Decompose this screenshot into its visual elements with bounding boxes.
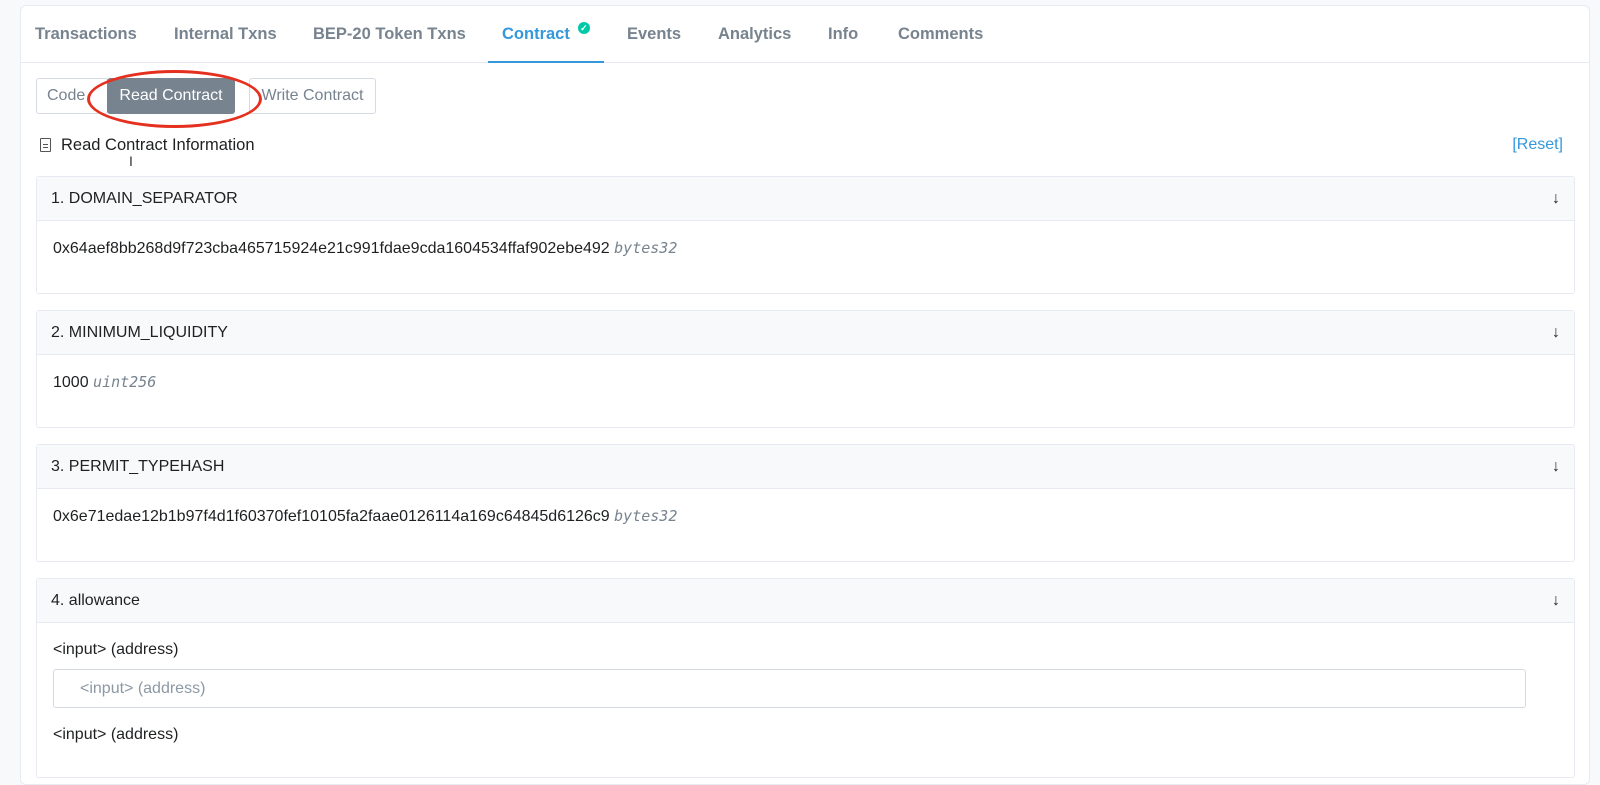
text-cursor-icon: I <box>129 153 133 169</box>
result-value: 1000 <box>53 374 89 391</box>
result-type: bytes32 <box>614 507 678 525</box>
input-label: <input> (address) <box>53 641 179 658</box>
function-panel-allowance: 4. allowance ↓ <input> (address) <input>… <box>36 578 1575 778</box>
document-icon <box>40 138 51 152</box>
function-header[interactable]: 1. DOMAIN_SEPARATOR ↓ <box>37 177 1574 221</box>
reset-link[interactable]: [Reset] <box>1512 136 1563 154</box>
tab-analytics[interactable]: Analytics <box>718 6 791 63</box>
function-header[interactable]: 2. MINIMUM_LIQUIDITY ↓ <box>37 311 1574 355</box>
function-inputs: <input> (address) <input> (address) <box>37 623 1574 772</box>
function-result: 0x64aef8bb268d9f723cba465715924e21c991fd… <box>37 221 1574 276</box>
arrow-down-icon[interactable]: ↓ <box>1552 311 1560 354</box>
arrow-down-icon[interactable]: ↓ <box>1552 445 1560 488</box>
tab-bar: Transactions Internal Txns BEP-20 Token … <box>21 6 1589 63</box>
tab-contract[interactable]: Contract ✓ <box>488 6 604 63</box>
read-contract-button[interactable]: Read Contract <box>107 78 235 114</box>
tab-transactions[interactable]: Transactions <box>35 6 137 63</box>
function-title: 3. PERMIT_TYPEHASH <box>51 458 225 475</box>
input-label: <input> (address) <box>53 726 179 743</box>
arrow-down-icon[interactable]: ↓ <box>1552 579 1560 622</box>
result-type: bytes32 <box>614 239 678 257</box>
function-title: 4. allowance <box>51 592 140 609</box>
function-result: 0x6e71edae12b1b97f4d1f60370fef10105fa2fa… <box>37 489 1574 544</box>
function-header[interactable]: 4. allowance ↓ <box>37 579 1574 623</box>
function-header[interactable]: 3. PERMIT_TYPEHASH ↓ <box>37 445 1574 489</box>
result-value: 0x6e71edae12b1b97f4d1f60370fef10105fa2fa… <box>53 508 610 525</box>
function-panel-permit-typehash: 3. PERMIT_TYPEHASH ↓ 0x6e71edae12b1b97f4… <box>36 444 1575 562</box>
result-type: uint256 <box>93 373 157 391</box>
tab-bep20-token-txns[interactable]: BEP-20 Token Txns <box>313 6 466 63</box>
tab-comments[interactable]: Comments <box>898 6 983 63</box>
result-value: 0x64aef8bb268d9f723cba465715924e21c991fd… <box>53 240 610 257</box>
function-result: 1000 uint256 <box>37 355 1574 410</box>
read-contract-title: Read Contract Information <box>61 136 255 154</box>
tab-internal-txns[interactable]: Internal Txns <box>174 6 277 63</box>
tab-events[interactable]: Events <box>627 6 681 63</box>
function-title: 2. MINIMUM_LIQUIDITY <box>51 324 228 341</box>
code-button[interactable]: Code <box>36 78 108 114</box>
arrow-down-icon[interactable]: ↓ <box>1552 177 1560 220</box>
function-panel-domain-separator: 1. DOMAIN_SEPARATOR ↓ 0x64aef8bb268d9f72… <box>36 176 1575 294</box>
function-panel-minimum-liquidity: 2. MINIMUM_LIQUIDITY ↓ 1000 uint256 <box>36 310 1575 428</box>
owner-address-input[interactable] <box>53 669 1526 708</box>
function-title: 1. DOMAIN_SEPARATOR <box>51 190 238 207</box>
write-contract-button[interactable]: Write Contract <box>249 78 376 114</box>
check-circle-icon: ✓ <box>577 22 590 34</box>
tab-contract-label: Contract <box>502 25 570 43</box>
tab-info[interactable]: Info <box>828 6 858 63</box>
contract-card: Transactions Internal Txns BEP-20 Token … <box>20 5 1590 785</box>
